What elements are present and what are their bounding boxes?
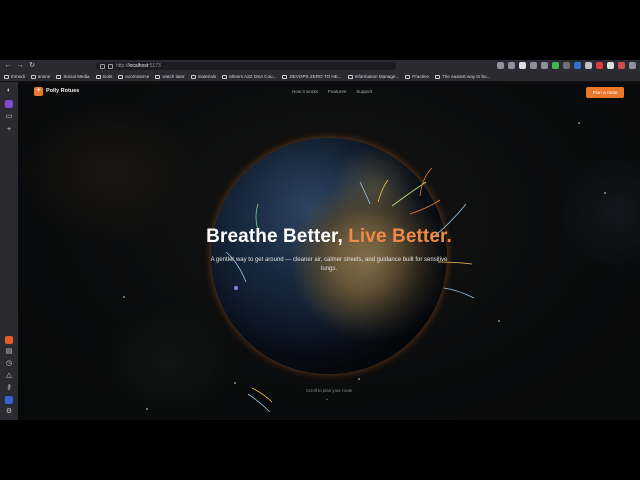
reload-icon[interactable]: ↻ — [28, 62, 36, 70]
key-icon[interactable]: ⚷ — [5, 384, 13, 392]
site-icon — [405, 74, 411, 79]
folder-icon — [4, 74, 9, 79]
flow-line — [377, 179, 389, 203]
extension-icons — [497, 62, 636, 69]
back-arrow-icon[interactable]: ← — [4, 62, 12, 70]
copy-icon[interactable] — [530, 62, 537, 69]
grid-icon[interactable] — [497, 62, 504, 69]
browser-window: ← → ↻ http://localhost:5173 Ihmodi anime… — [0, 60, 640, 420]
forward-arrow-icon[interactable]: → — [16, 62, 24, 70]
bookmarks-panel-icon[interactable]: ▭ — [5, 113, 13, 121]
bookmark-item[interactable]: Ihmodi — [4, 74, 25, 79]
folder-icon — [95, 74, 101, 79]
web-page: ✈ Polly Rotues How it works Features Sup… — [18, 82, 640, 420]
hero-subtitle: A gentler way to get around — cleaner ai… — [210, 257, 448, 272]
location-marker-icon — [234, 286, 238, 290]
ambient-glow — [558, 152, 640, 272]
scroll-hint[interactable]: Scroll to plan your route — [18, 388, 640, 393]
bookmark-item[interactable]: materials — [190, 74, 216, 79]
green-extension-icon[interactable] — [552, 62, 559, 69]
particle — [146, 408, 148, 410]
hero-title-main: Breathe Better, — [206, 226, 349, 247]
bookmark-item[interactable]: ecommerce — [118, 74, 149, 79]
gear-icon[interactable]: ⚙ — [5, 408, 13, 416]
download-icon[interactable] — [541, 62, 548, 69]
folder-icon[interactable]: ▤ — [5, 348, 13, 356]
browser-toolbar: ← → ↻ http://localhost:5173 — [0, 60, 640, 72]
brand-name[interactable]: Polly Rotues — [46, 88, 79, 94]
folder-icon — [155, 74, 161, 79]
bookmark-item[interactable]: Information Manage... — [347, 74, 399, 79]
flow-line — [359, 181, 371, 205]
star-icon[interactable] — [508, 62, 515, 69]
blue-extension-icon[interactable] — [574, 62, 581, 69]
bookmark-item[interactable]: tools — [95, 74, 112, 79]
nav-link-support[interactable]: Support — [356, 89, 372, 94]
bell-icon[interactable]: △ — [5, 372, 13, 380]
ai-assistant-icon[interactable] — [5, 100, 13, 108]
bookmark-item[interactable]: Social Media — [56, 74, 90, 79]
nav-link-features[interactable]: Features — [328, 89, 346, 94]
site-icon — [282, 74, 288, 79]
gmail-icon[interactable] — [5, 336, 13, 344]
sidebar-toggle-icon[interactable]: ◐ — [5, 87, 13, 95]
particle — [604, 192, 606, 194]
page-icon — [108, 63, 113, 69]
nav-links: How it works Features Support — [292, 89, 372, 94]
address-bar[interactable]: http://localhost:5173 — [96, 62, 396, 70]
site-navbar: ✈ Polly Rotues How it works Features Sup… — [18, 82, 640, 102]
particle — [498, 320, 500, 322]
video-letterbox-top — [0, 0, 640, 60]
plan-route-button[interactable]: Plan a route — [586, 87, 624, 98]
shield-icon — [100, 63, 105, 69]
brand-logo-icon[interactable]: ✈ — [34, 87, 43, 96]
folder-icon — [190, 74, 196, 79]
flow-line — [409, 199, 441, 215]
folder-icon — [56, 74, 62, 79]
flow-line — [247, 393, 271, 412]
white-extension-icon[interactable] — [585, 62, 592, 69]
site-icon — [434, 74, 440, 79]
particle — [123, 296, 125, 298]
url-text: http://localhost:5173 — [116, 63, 161, 69]
bookmark-item[interactable]: watch later — [155, 74, 185, 79]
flow-line — [443, 287, 475, 299]
grey-extension-icon[interactable] — [563, 62, 570, 69]
chevron-down-icon[interactable]: ⌄ — [325, 396, 329, 402]
folder-icon — [30, 74, 36, 79]
nav-link-how-it-works[interactable]: How it works — [292, 89, 318, 94]
browser-sidebar: ◐ ▭ + ▤ ◷ △ ⚷ ⚙ — [0, 82, 18, 420]
flow-line — [391, 181, 427, 207]
bookmark-item[interactable]: anime — [30, 74, 50, 79]
red-extension-icon[interactable] — [596, 62, 603, 69]
bookmark-item[interactable]: Miners A2Z DSA Cou... — [222, 74, 276, 79]
profile-icon[interactable] — [618, 62, 625, 69]
menu-icon[interactable] — [629, 62, 636, 69]
ambient-glow — [18, 102, 198, 242]
bookmarks-bar: Ihmodi anime Social Media tools ecommerc… — [0, 72, 640, 82]
site-icon — [347, 74, 353, 79]
add-panel-icon[interactable]: + — [5, 126, 13, 134]
site-icon — [222, 74, 228, 79]
folder-icon — [118, 74, 124, 79]
bookmark-item[interactable]: The easiest way to bu... — [434, 74, 490, 79]
hero-title-accent: Live Better. — [348, 226, 452, 247]
bookmark-item[interactable]: DEVOPS ZERO TO HE... — [282, 74, 342, 79]
hero-title: Breathe Better, Live Better. — [18, 226, 640, 248]
history-icon[interactable]: ◷ — [5, 360, 13, 368]
video-letterbox-bottom — [0, 420, 640, 480]
particle — [578, 122, 580, 124]
shield-icon[interactable] — [5, 396, 13, 404]
puzzle-icon[interactable] — [607, 62, 614, 69]
bookmark-item[interactable]: Practice — [405, 74, 429, 79]
extension-icon[interactable] — [519, 62, 526, 69]
